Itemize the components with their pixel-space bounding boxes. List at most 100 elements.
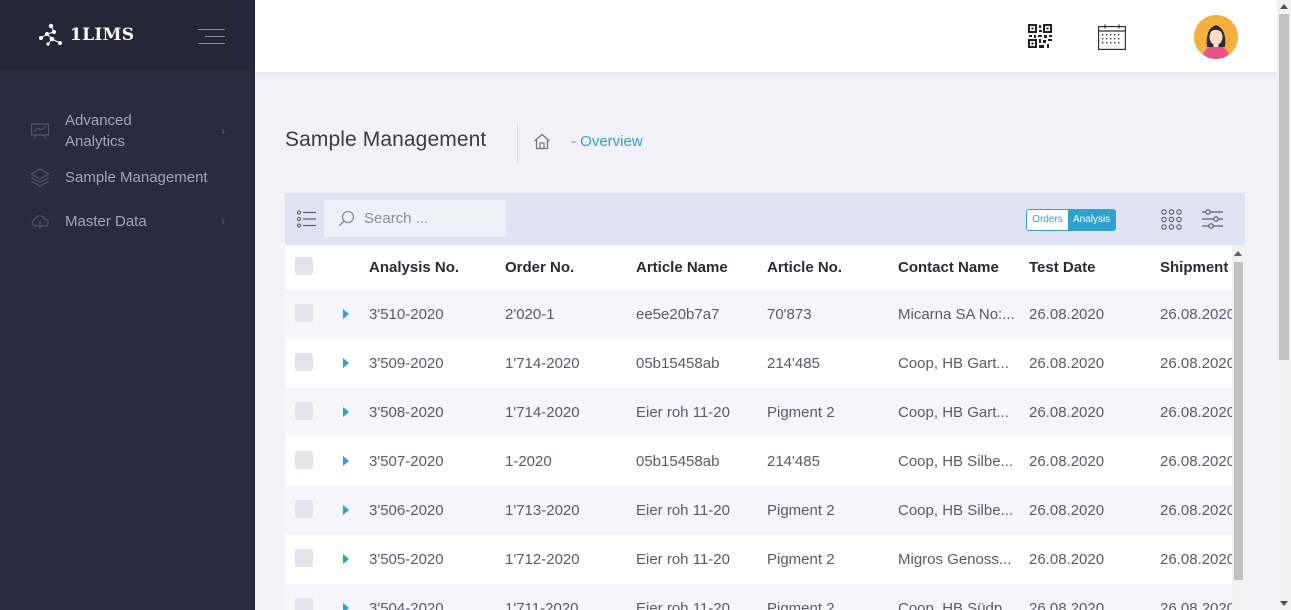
test-date-cell: 26.08.2020: [1029, 388, 1160, 437]
scroll-up-arrow[interactable]: [1234, 251, 1242, 256]
filter-settings-icon[interactable]: [1202, 209, 1223, 229]
order-no-cell: 1'712-2020: [505, 535, 636, 584]
layers-icon: [30, 168, 50, 187]
row-checkbox[interactable]: [295, 597, 313, 610]
row-expand-cell: [330, 290, 369, 339]
table-row[interactable]: 3'508-2020 1'714-2020 Eier roh 11-20 Pigmen…: [285, 388, 1245, 437]
sidebar-nav: Advanced Analytics › Sample Management M…: [0, 70, 255, 243]
row-checkbox[interactable]: [295, 401, 313, 420]
table-row[interactable]: 3'507-2020 1-2020 05b15458ab 214'485 Coop, H…: [285, 437, 1245, 486]
avatar[interactable]: [1194, 15, 1238, 59]
row-checkbox[interactable]: [295, 352, 313, 371]
sidebar-item-label: Master Data: [65, 212, 147, 230]
order-no-cell: 1'711-2020: [505, 584, 636, 610]
title-divider: [517, 122, 518, 162]
grid-view-icon[interactable]: [1161, 209, 1182, 230]
test-date-cell: 26.08.2020: [1029, 290, 1160, 339]
toggle-analysis[interactable]: Analysis: [1068, 210, 1115, 230]
menu-line: [205, 36, 225, 37]
article-name-cell: Eier roh 11-20: [636, 486, 767, 535]
analysis-table: Analysis No. Order No. Article Name Arti…: [285, 245, 1245, 610]
page-title: Sample Management: [285, 128, 487, 151]
expand-row-icon[interactable]: [343, 407, 349, 417]
table-row[interactable]: 3'504-2020 1'711-2020 Eier roh 11-20 Pigmen…: [285, 584, 1245, 610]
table-row[interactable]: 3'506-2020 1'713-2020 Eier roh 11-20 Pigmen…: [285, 486, 1245, 535]
analysis-no-cell: 3'505-2020: [369, 535, 505, 584]
test-date-cell: 26.08.2020: [1029, 535, 1160, 584]
expand-row-icon[interactable]: [343, 358, 349, 368]
sidebar-item-sample-management[interactable]: Sample Management: [0, 155, 255, 199]
test-date-cell: 26.08.2020: [1029, 486, 1160, 535]
sidebar-item-master-data[interactable]: Master Data ›: [0, 199, 255, 243]
table-header-row: Analysis No. Order No. Article Name Arti…: [285, 245, 1245, 290]
page-scrollbar[interactable]: [1277, 0, 1291, 610]
analysis-no-cell: 3'504-2020: [369, 584, 505, 610]
table-row[interactable]: 3'510-2020 2'020-1 ee5e20b7a7 70'873 Micarna…: [285, 290, 1245, 339]
contact-name-cell: Coop, HB Silbe...: [898, 486, 1029, 535]
table-container: Analysis No. Order No. Article Name Arti…: [285, 245, 1245, 610]
sidebar-item-label: Sample Management: [65, 168, 208, 186]
contact-name-cell: Coop, HB Südp...: [898, 584, 1029, 610]
row-checkbox[interactable]: [295, 450, 313, 469]
article-name-cell: Eier roh 11-20: [636, 584, 767, 610]
home-icon[interactable]: [533, 133, 551, 150]
row-checkbox[interactable]: [295, 303, 313, 322]
qr-code-icon[interactable]: [1028, 24, 1052, 48]
order-no-cell: 1'714-2020: [505, 339, 636, 388]
expand-row-icon[interactable]: [343, 456, 349, 466]
contact-name-cell: Coop, HB Silbe...: [898, 437, 1029, 486]
article-no-cell: Pigment 2: [767, 388, 898, 437]
menu-line: [198, 43, 225, 44]
column-header-order-no[interactable]: Order No.: [505, 245, 636, 290]
analysis-no-cell: 3'508-2020: [369, 388, 505, 437]
expand-row-icon[interactable]: [343, 309, 349, 319]
order-no-cell: 1'713-2020: [505, 486, 636, 535]
logo[interactable]: 1LIMS: [38, 23, 134, 47]
list-icon[interactable]: [297, 210, 316, 228]
scroll-up-arrow[interactable]: [1280, 4, 1288, 9]
table-row[interactable]: 3'509-2020 1'714-2020 05b15458ab 214'485 Coo…: [285, 339, 1245, 388]
select-all-checkbox[interactable]: [295, 256, 313, 275]
sidebar-item-advanced-analytics[interactable]: Advanced Analytics ›: [0, 108, 255, 154]
article-no-cell: Pigment 2: [767, 535, 898, 584]
search-icon: [338, 210, 355, 227]
table-scrollbar[interactable]: [1232, 245, 1245, 610]
row-select-cell: [285, 388, 330, 437]
article-no-cell: 70'873: [767, 290, 898, 339]
chevron-right-icon: ›: [221, 214, 225, 228]
column-header-article-no[interactable]: Article No.: [767, 245, 898, 290]
article-name-cell: Eier roh 11-20: [636, 388, 767, 437]
row-expand-cell: [330, 388, 369, 437]
column-header-test-date[interactable]: Test Date: [1029, 245, 1160, 290]
article-name-cell: ee5e20b7a7: [636, 290, 767, 339]
expand-row-icon[interactable]: [343, 505, 349, 515]
expand-row-icon[interactable]: [343, 554, 349, 564]
scroll-down-arrow[interactable]: [1280, 601, 1288, 606]
row-expand-cell: [330, 486, 369, 535]
header: [255, 0, 1277, 72]
select-all-cell: [285, 245, 330, 290]
logo-icon: [39, 23, 62, 46]
row-checkbox[interactable]: [295, 548, 313, 567]
expand-row-icon[interactable]: [343, 603, 349, 610]
menu-toggle-button[interactable]: [198, 29, 225, 47]
row-checkbox[interactable]: [295, 499, 313, 518]
sidebar-item-label: Advanced Analytics: [65, 112, 132, 150]
search-input[interactable]: [364, 210, 494, 227]
article-no-cell: 214'485: [767, 339, 898, 388]
toggle-orders[interactable]: Orders: [1027, 210, 1068, 230]
table-row[interactable]: 3'505-2020 1'712-2020 Eier roh 11-20 Pigmen…: [285, 535, 1245, 584]
scrollbar-thumb[interactable]: [1234, 262, 1243, 580]
article-name-cell: 05b15458ab: [636, 437, 767, 486]
scrollbar-thumb[interactable]: [1279, 14, 1289, 360]
table-body: 3'510-2020 2'020-1 ee5e20b7a7 70'873 Micarna…: [285, 290, 1245, 610]
analysis-panel: Orders Analysis: [285, 193, 1245, 610]
sidebar-header: 1LIMS: [0, 0, 255, 70]
analysis-no-cell: 3'507-2020: [369, 437, 505, 486]
column-header-analysis-no[interactable]: Analysis No.: [369, 245, 505, 290]
calendar-icon[interactable]: [1098, 24, 1126, 50]
analysis-no-cell: 3'510-2020: [369, 290, 505, 339]
column-header-contact-name[interactable]: Contact Name: [898, 245, 1029, 290]
breadcrumb-overview[interactable]: - Overview: [571, 133, 643, 150]
column-header-article-name[interactable]: Article Name: [636, 245, 767, 290]
